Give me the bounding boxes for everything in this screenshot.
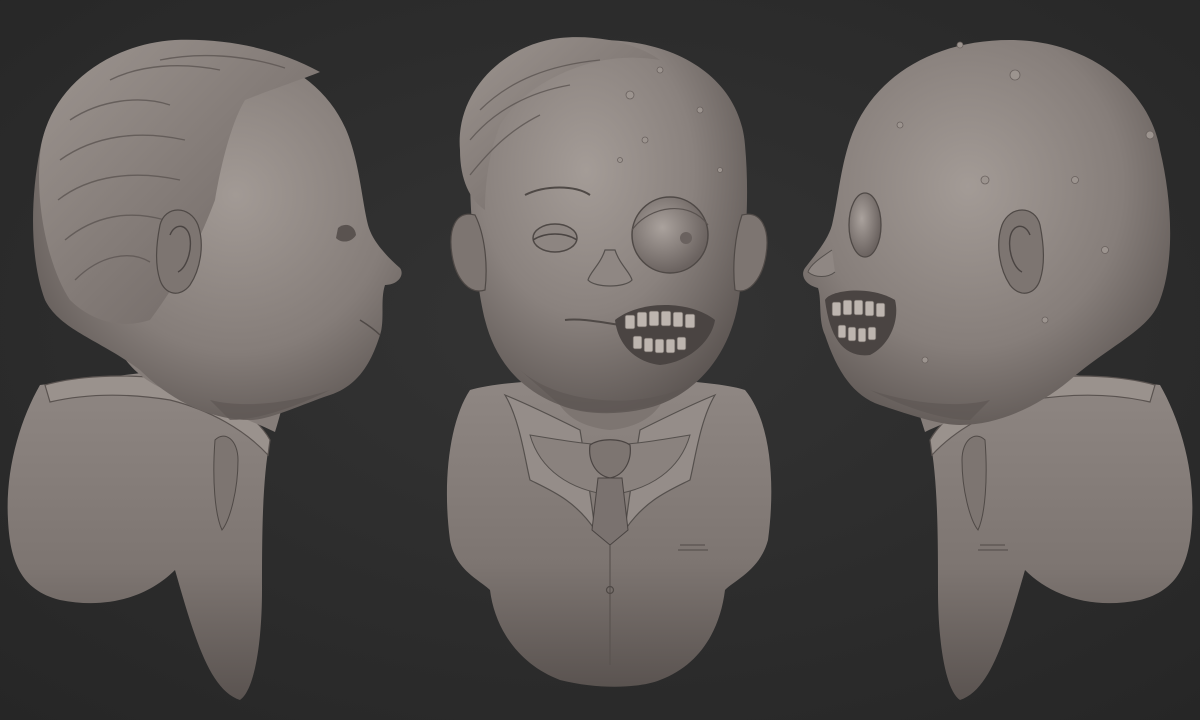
sculpt-render-viewport (0, 0, 1200, 720)
front-right-pupil (680, 232, 692, 244)
front-tie (591, 477, 629, 546)
right-eye (848, 192, 882, 258)
front-left-eye (532, 223, 578, 253)
sculpt-render (0, 0, 1200, 720)
